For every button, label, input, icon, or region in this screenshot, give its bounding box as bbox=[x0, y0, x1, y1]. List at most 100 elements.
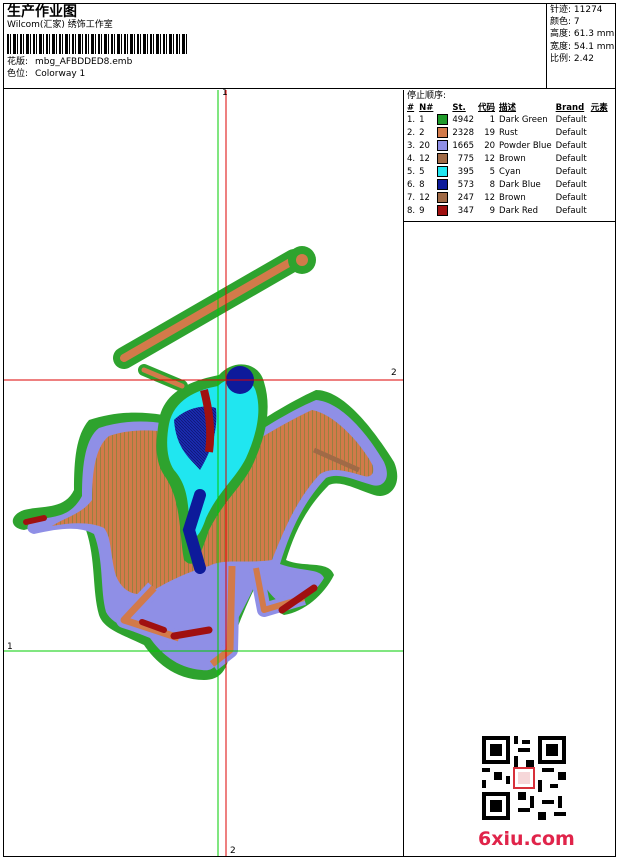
row-index: 5. bbox=[407, 167, 416, 177]
row-needle: 20 bbox=[419, 141, 430, 151]
col-needle: N# bbox=[419, 103, 434, 113]
qr-code bbox=[482, 736, 566, 820]
row-stitches: 4942 bbox=[452, 115, 475, 125]
col-stitches: St. bbox=[452, 103, 466, 113]
row-stitches: 395 bbox=[457, 167, 475, 177]
row-stitches: 573 bbox=[457, 180, 475, 190]
row-needle: 12 bbox=[419, 154, 430, 164]
row-description: Dark Blue bbox=[499, 180, 541, 190]
row-description: Brown bbox=[499, 154, 526, 164]
table-row: 3. 20 1665 20 Powder Blue Default bbox=[405, 140, 610, 153]
row-description: Dark Red bbox=[499, 206, 539, 216]
row-element bbox=[589, 127, 610, 140]
embroidery-preview bbox=[4, 90, 403, 856]
row-code: 5 bbox=[489, 167, 496, 177]
color-swatch bbox=[437, 153, 449, 164]
sequence-rows: 1. 1 4942 1 Dark Green Default 2. 2 2328 19 Rust De… bbox=[405, 114, 610, 218]
stop-sequence-title: 停止顺序: bbox=[407, 91, 447, 101]
table-row: 8. 9 347 9 Dark Red Default bbox=[405, 205, 610, 218]
row-swatch bbox=[435, 114, 450, 127]
row-code: 20 bbox=[484, 141, 496, 151]
row-element bbox=[589, 205, 610, 218]
row-brand: Default bbox=[555, 128, 587, 138]
row-stitches: 775 bbox=[457, 154, 475, 164]
row-swatch bbox=[435, 127, 450, 140]
row-code: 19 bbox=[484, 128, 496, 138]
guide-marker-bottom: 2 bbox=[230, 846, 236, 856]
stat-scale: 比例: 2.42 bbox=[550, 53, 594, 64]
row-description: Powder Blue bbox=[499, 141, 552, 151]
row-element bbox=[589, 192, 610, 205]
design-label: 花版: bbox=[7, 57, 29, 67]
row-index: 3. bbox=[407, 141, 416, 151]
stop-sequence-table: # N# St. 代码 描述 Brand 元素 1. 1 4942 1 Dark Gre… bbox=[405, 102, 610, 218]
colorway-row: 色位: Colorway 1 bbox=[7, 68, 187, 80]
table-row: 4. 12 775 12 Brown Default bbox=[405, 153, 610, 166]
row-element bbox=[589, 153, 610, 166]
stat-colors: 颜色: 7 bbox=[550, 17, 580, 28]
sequence-header-row: # N# St. 代码 描述 Brand 元素 bbox=[405, 102, 610, 114]
row-code: 1 bbox=[489, 115, 496, 125]
polo-mallet bbox=[113, 246, 316, 369]
row-stitches: 2328 bbox=[452, 128, 475, 138]
row-needle: 5 bbox=[419, 167, 425, 177]
row-needle: 1 bbox=[419, 115, 425, 125]
row-needle: 2 bbox=[419, 128, 425, 138]
row-code: 12 bbox=[484, 193, 496, 203]
colorway-label: 色位: bbox=[7, 69, 29, 79]
row-element bbox=[589, 166, 610, 179]
row-brand: Default bbox=[555, 206, 587, 216]
stat-width: 宽度: 54.1 mm bbox=[550, 41, 615, 52]
col-index: # bbox=[407, 103, 415, 113]
col-swatch bbox=[435, 102, 450, 114]
row-index: 2. bbox=[407, 128, 416, 138]
row-swatch bbox=[435, 179, 450, 192]
row-swatch bbox=[435, 140, 450, 153]
header-info: 生产作业图 Wilcom(汇家) 绣饰工作室 花版: mbg_AFBDDED8.e… bbox=[7, 4, 187, 80]
row-description: Rust bbox=[499, 128, 518, 138]
row-description: Brown bbox=[499, 193, 526, 203]
sequence-divider bbox=[404, 221, 616, 222]
col-brand: Brand bbox=[555, 103, 585, 113]
color-swatch bbox=[437, 127, 449, 138]
colorway-value: Colorway 1 bbox=[35, 69, 86, 79]
row-needle: 8 bbox=[419, 180, 425, 190]
row-swatch bbox=[435, 166, 450, 179]
row-stitches: 347 bbox=[457, 206, 475, 216]
guide-marker-right: 2 bbox=[391, 368, 397, 378]
row-swatch bbox=[435, 192, 450, 205]
design-row: 花版: mbg_AFBDDED8.emb bbox=[7, 56, 187, 68]
col-code: 代码 bbox=[478, 103, 496, 113]
color-swatch bbox=[437, 179, 449, 190]
guide-marker-top: 1 bbox=[222, 88, 228, 98]
color-swatch bbox=[437, 192, 449, 203]
table-row: 5. 5 395 5 Cyan Default bbox=[405, 166, 610, 179]
col-description: 描述 bbox=[499, 103, 517, 113]
col-element: 元素 bbox=[590, 103, 608, 113]
table-row: 6. 8 573 8 Dark Blue Default bbox=[405, 179, 610, 192]
design-canvas: 1 2 1 2 bbox=[4, 88, 403, 856]
subtitle: Wilcom(汇家) 绣饰工作室 bbox=[7, 20, 113, 30]
row-stitches: 247 bbox=[457, 193, 475, 203]
table-row: 2. 2 2328 19 Rust Default bbox=[405, 127, 610, 140]
page-title: 生产作业图 bbox=[7, 4, 77, 20]
row-description: Cyan bbox=[499, 167, 521, 177]
row-code: 8 bbox=[489, 180, 496, 190]
row-index: 7. bbox=[407, 193, 416, 203]
row-index: 1. bbox=[407, 115, 416, 125]
row-index: 6. bbox=[407, 180, 416, 190]
row-stitches: 1665 bbox=[452, 141, 475, 151]
worksheet-header: 生产作业图 Wilcom(汇家) 绣饰工作室 花版: mbg_AFBDDED8.e… bbox=[3, 3, 616, 89]
row-brand: Default bbox=[555, 141, 587, 151]
row-brand: Default bbox=[555, 167, 587, 177]
row-index: 4. bbox=[407, 154, 416, 164]
color-swatch bbox=[437, 114, 449, 125]
barcode bbox=[7, 34, 187, 54]
row-brand: Default bbox=[555, 193, 587, 203]
guide-marker-left: 1 bbox=[7, 642, 13, 652]
row-brand: Default bbox=[555, 180, 587, 190]
stat-height: 高度: 61.3 mm bbox=[550, 29, 615, 40]
row-needle: 9 bbox=[419, 206, 425, 216]
watermark-logo: 6xiu.com bbox=[478, 828, 575, 850]
stat-stitches: 针迹: 11274 bbox=[550, 5, 603, 15]
